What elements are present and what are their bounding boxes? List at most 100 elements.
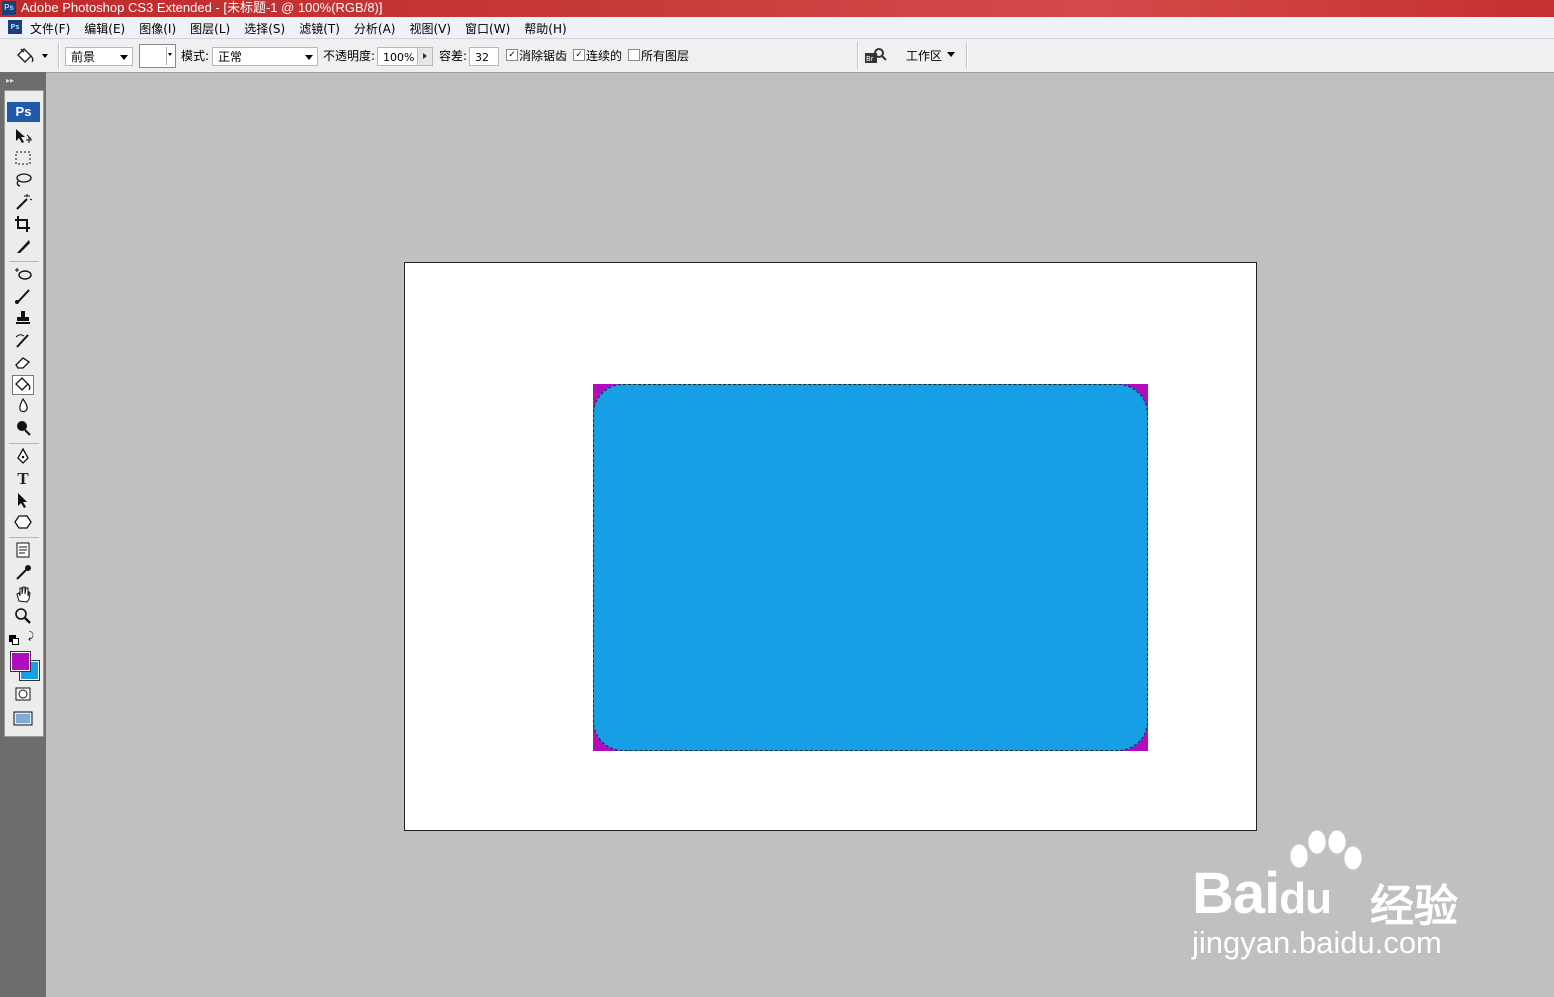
toolbox: Ps T ⤸: [4, 90, 44, 737]
zoom-tool[interactable]: [12, 607, 34, 627]
title-bar: Ps Adobe Photoshop CS3 Extended - [未标题-1…: [0, 0, 1554, 17]
dodge-icon: [17, 421, 31, 436]
screen-mode-button[interactable]: [12, 709, 34, 729]
stamp-icon: [16, 311, 30, 324]
healing-brush-icon: [15, 268, 32, 280]
divider: [58, 42, 60, 69]
quick-mask-button[interactable]: [12, 685, 34, 705]
document-menu-icon[interactable]: Ps: [8, 20, 22, 34]
pen-tool[interactable]: [12, 447, 34, 467]
pattern-swatch: [142, 47, 167, 65]
dodge-tool[interactable]: [12, 419, 34, 439]
lasso-tool[interactable]: [12, 171, 34, 191]
menu-analysis[interactable]: 分析(A): [354, 20, 403, 37]
brush-tool[interactable]: [12, 287, 34, 307]
window-title: Adobe Photoshop CS3 Extended - [未标题-1 @ …: [21, 0, 383, 15]
opacity-label: 不透明度:: [323, 49, 376, 63]
pen-icon: [17, 447, 29, 464]
menu-window[interactable]: 窗口(W): [465, 20, 517, 37]
expand-panel-icon[interactable]: ▸▸: [6, 77, 14, 85]
tolerance-value: 32: [475, 51, 489, 64]
antialias-checkbox[interactable]: ✓: [506, 49, 518, 61]
swap-colors-icon[interactable]: ⤸: [28, 632, 34, 642]
chevron-down-icon: [305, 55, 313, 60]
eyedropper-tool[interactable]: [12, 563, 34, 583]
contiguous-checkbox[interactable]: ✓: [573, 49, 585, 61]
move-tool[interactable]: [12, 127, 34, 147]
brush-icon: [15, 289, 30, 304]
notes-tool[interactable]: [12, 541, 34, 561]
bridge-button[interactable]: Br: [863, 46, 887, 66]
note-icon: [16, 542, 30, 558]
menu-help[interactable]: 帮助(H): [524, 20, 573, 37]
all-layers-checkbox[interactable]: [628, 49, 640, 61]
magnifier-icon: [15, 608, 31, 624]
hand-tool[interactable]: [12, 585, 34, 605]
fill-source-value: 前景: [71, 50, 96, 64]
default-colors-icon[interactable]: [9, 635, 19, 645]
antialias-label: 消除锯齿: [519, 49, 568, 63]
tolerance-field[interactable]: 32: [469, 47, 499, 66]
menu-edit[interactable]: 编辑(E): [84, 20, 132, 37]
magic-wand-tool[interactable]: [12, 193, 34, 213]
rectangular-marquee-icon: [15, 151, 31, 165]
tolerance-label: 容差:: [439, 49, 468, 63]
marquee-tool[interactable]: [12, 149, 34, 169]
magic-wand-icon: [16, 194, 33, 210]
foreground-color-swatch[interactable]: [11, 652, 30, 671]
divider: [857, 42, 859, 69]
arrow-selection-icon: [18, 493, 27, 508]
history-brush-tool[interactable]: [12, 331, 34, 351]
pattern-picker[interactable]: [139, 44, 176, 68]
eraser-tool[interactable]: [12, 353, 34, 373]
bridge-icon: Br: [865, 48, 887, 63]
menu-file[interactable]: 文件(F): [30, 20, 77, 37]
menu-filter[interactable]: 滤镜(T): [299, 20, 347, 37]
type-tool[interactable]: T: [12, 469, 34, 489]
baidu-jingyan-watermark: Baidu 经验 jingyan.baidu.com: [1190, 830, 1480, 970]
paint-bucket-icon: [15, 377, 31, 391]
document-canvas[interactable]: [404, 262, 1257, 831]
opacity-field[interactable]: 100%: [377, 47, 433, 66]
all-layers-label: 所有图层: [641, 49, 690, 63]
divider: [966, 42, 968, 69]
hand-icon: [16, 586, 31, 603]
opacity-slider-button[interactable]: [417, 48, 432, 65]
crop-tool[interactable]: [12, 215, 34, 235]
menu-view[interactable]: 视图(V): [409, 20, 458, 37]
healing-brush-tool[interactable]: [12, 265, 34, 285]
move-icon: [16, 129, 32, 143]
fill-source-select[interactable]: 前景: [65, 47, 133, 66]
divider: [9, 537, 39, 538]
selection-marquee: [593, 384, 1148, 751]
chevron-right-icon: [423, 53, 427, 59]
shape-tool[interactable]: [12, 513, 34, 533]
watermark-brand: Baidu: [1192, 861, 1332, 926]
slice-tool[interactable]: [12, 237, 34, 257]
blur-tool[interactable]: [12, 397, 34, 417]
menu-bar: Ps 文件(F) 编辑(E) 图像(I) 图层(L) 选择(S) 滤镜(T) 分…: [0, 17, 1554, 39]
divider: [9, 443, 39, 444]
blend-mode-select[interactable]: 正常: [212, 47, 318, 66]
workspace-label: 工作区: [906, 49, 943, 63]
menu-layer[interactable]: 图层(L): [190, 20, 237, 37]
workspace-menu[interactable]: 工作区: [906, 47, 961, 65]
tool-preset-picker[interactable]: [10, 45, 52, 67]
screen-mode-icon: [13, 711, 33, 726]
ps-logo: Ps: [7, 102, 40, 122]
chevron-down-icon: [947, 52, 955, 57]
water-drop-icon: [19, 397, 28, 413]
clone-stamp-tool[interactable]: [12, 309, 34, 329]
eraser-icon: [15, 357, 31, 369]
path-selection-tool[interactable]: [12, 491, 34, 511]
menu-image[interactable]: 图像(I): [139, 20, 183, 37]
watermark-url: jingyan.baidu.com: [1192, 925, 1442, 960]
mode-label: 模式:: [181, 49, 210, 63]
type-t-icon: T: [17, 469, 29, 488]
menu-select[interactable]: 选择(S): [244, 20, 292, 37]
paint-bucket-tool[interactable]: [12, 375, 34, 395]
eyedropper-icon: [16, 565, 31, 580]
slice-knife-icon: [17, 240, 30, 253]
chevron-down-icon: [168, 53, 172, 56]
svg-text:Br: Br: [866, 55, 874, 63]
